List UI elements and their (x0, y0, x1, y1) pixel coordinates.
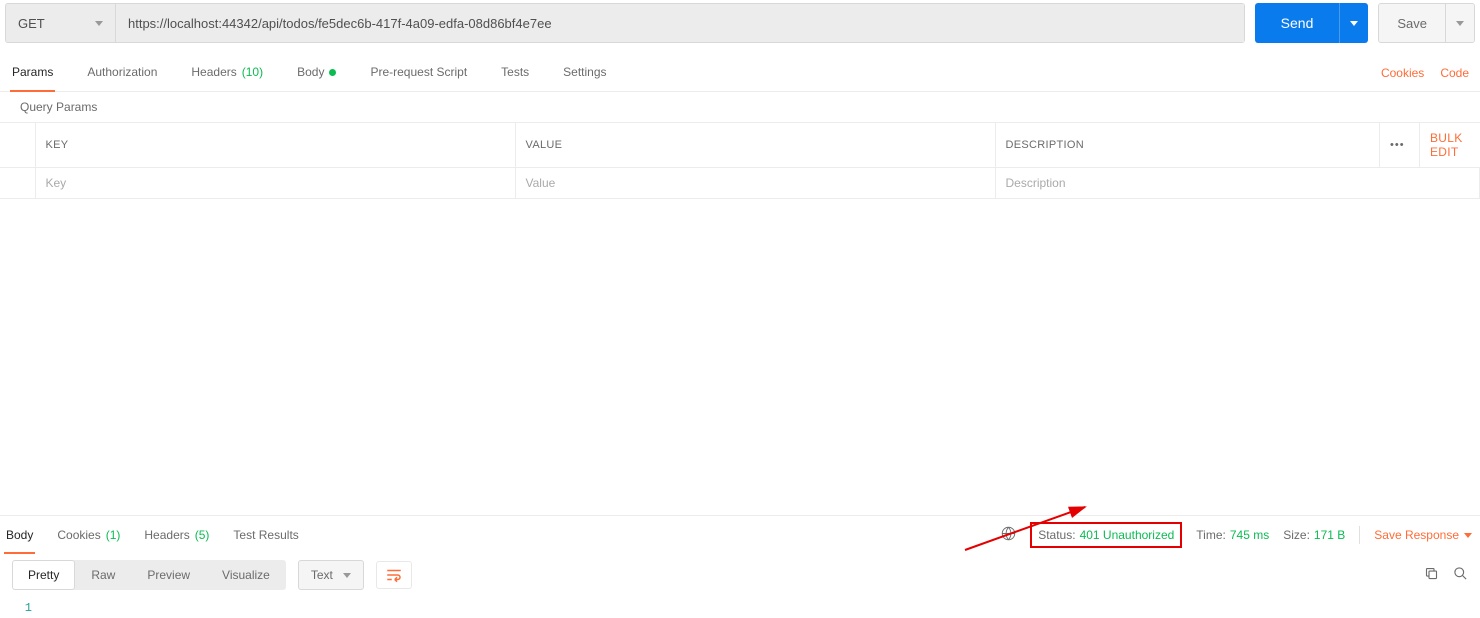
time-meta: Time: 745 ms (1196, 528, 1269, 542)
save-button[interactable]: Save (1379, 4, 1445, 42)
tab-headers[interactable]: Headers (10) (189, 55, 265, 91)
tab-authorization[interactable]: Authorization (85, 55, 159, 91)
resp-tab-cookies[interactable]: Cookies (1) (55, 516, 122, 554)
save-dropdown[interactable] (1445, 4, 1474, 42)
value-cell[interactable]: Value (515, 168, 995, 199)
cookies-count: (1) (106, 528, 121, 542)
method-url-bar: GET (5, 3, 1245, 43)
ellipsis-icon: ••• (1390, 139, 1405, 151)
desc-cell[interactable]: Description (995, 168, 1480, 199)
view-pretty[interactable]: Pretty (12, 560, 75, 590)
line-number: 1 (12, 601, 32, 615)
size-meta: Size: 171 B (1283, 528, 1345, 542)
wrap-lines-button[interactable] (376, 561, 412, 589)
view-preview[interactable]: Preview (131, 560, 206, 590)
view-mode-group: Pretty Raw Preview Visualize (12, 560, 286, 590)
cookies-link[interactable]: Cookies (1381, 66, 1424, 80)
view-raw[interactable]: Raw (75, 560, 131, 590)
response-body[interactable]: 1 (0, 596, 1480, 618)
tab-body[interactable]: Body (295, 55, 338, 91)
chevron-down-icon (1456, 21, 1464, 26)
url-input[interactable] (116, 4, 1244, 42)
save-response-button[interactable]: Save Response (1374, 528, 1472, 542)
resp-tab-body[interactable]: Body (4, 516, 35, 554)
globe-icon[interactable] (1001, 526, 1016, 544)
send-button[interactable]: Send (1255, 3, 1340, 43)
method-select[interactable]: GET (6, 4, 116, 42)
send-dropdown[interactable] (1339, 3, 1368, 43)
chevron-down-icon (1464, 533, 1472, 538)
col-key-header: KEY (35, 123, 515, 168)
tab-prerequest[interactable]: Pre-request Script (368, 55, 469, 91)
view-visualize[interactable]: Visualize (206, 560, 286, 590)
divider (1359, 526, 1360, 544)
status-highlight-box: Status: 401 Unauthorized (1030, 522, 1182, 548)
col-check (0, 123, 35, 168)
tab-settings[interactable]: Settings (561, 55, 608, 91)
resp-headers-count: (5) (195, 528, 210, 542)
save-button-group: Save (1378, 3, 1475, 43)
language-select[interactable]: Text (298, 560, 364, 590)
chevron-down-icon (1350, 21, 1358, 26)
tab-tests[interactable]: Tests (499, 55, 531, 91)
language-value: Text (311, 568, 333, 582)
chevron-down-icon (343, 573, 351, 578)
col-actions[interactable]: ••• (1380, 123, 1420, 168)
table-row[interactable]: Key Value Description (0, 168, 1480, 199)
method-value: GET (18, 16, 45, 31)
headers-count: (10) (242, 65, 263, 79)
search-icon[interactable] (1453, 566, 1468, 584)
body-dot-icon (329, 69, 336, 76)
size-value: 171 B (1314, 528, 1345, 542)
query-params-label: Query Params (0, 92, 1480, 122)
col-desc-header: DESCRIPTION (995, 123, 1380, 168)
time-value: 745 ms (1230, 528, 1269, 542)
resp-tab-test-results[interactable]: Test Results (231, 516, 300, 554)
bulk-edit-link[interactable]: Bulk Edit (1430, 131, 1463, 159)
chevron-down-icon (95, 21, 103, 26)
col-value-header: VALUE (515, 123, 995, 168)
code-link[interactable]: Code (1440, 66, 1469, 80)
tab-params[interactable]: Params (10, 55, 55, 91)
copy-icon[interactable] (1424, 566, 1439, 584)
resp-tab-headers[interactable]: Headers (5) (142, 516, 211, 554)
send-button-group: Send (1255, 3, 1369, 43)
status-value: 401 Unauthorized (1080, 528, 1175, 542)
status-label: Status: (1038, 528, 1075, 542)
params-table: KEY VALUE DESCRIPTION ••• Bulk Edit Key … (0, 122, 1480, 199)
key-cell[interactable]: Key (35, 168, 515, 199)
